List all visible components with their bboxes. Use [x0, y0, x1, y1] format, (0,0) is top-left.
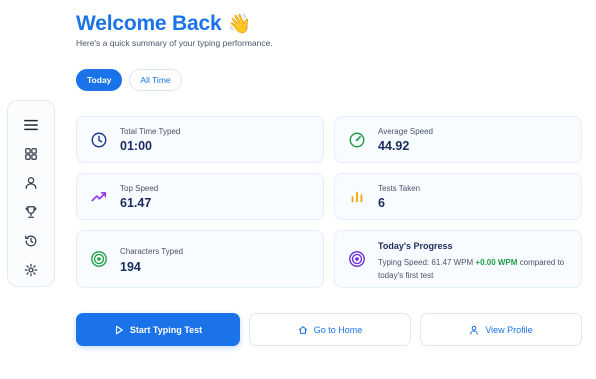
page-subtitle: Here's a quick summary of your typing pe…	[76, 38, 273, 48]
clock-icon	[89, 130, 109, 150]
stat-value: 01:00	[120, 139, 152, 153]
user-icon	[470, 325, 479, 335]
stat-label: Characters Typed	[120, 247, 183, 256]
tab-all-time[interactable]: All Time	[129, 69, 182, 91]
go-to-home-button[interactable]: Go to Home	[249, 313, 411, 346]
view-profile-button[interactable]: View Profile	[420, 313, 582, 346]
progress-title: Today's Progress	[378, 241, 453, 251]
progress-text: Typing Speed: 61.47 WPM +0.00 WPM compar…	[378, 257, 578, 282]
hamburger-menu-icon[interactable]	[17, 111, 45, 139]
tab-today[interactable]: Today	[76, 69, 123, 91]
sidebar	[7, 100, 55, 287]
page-header: Welcome Back 👋 Here's a quick summary of…	[76, 12, 273, 48]
stat-label: Total Time Typed	[120, 127, 181, 136]
history-icon[interactable]	[17, 227, 45, 255]
trending-up-icon	[89, 187, 109, 207]
gear-icon[interactable]	[17, 256, 45, 284]
stat-value: 6	[378, 196, 385, 210]
stat-card-total-time: Total Time Typed 01:00	[76, 116, 324, 163]
stat-card-average-speed: Average Speed 44.92	[334, 116, 582, 163]
progress-speed-text: Typing Speed: 61.47 WPM	[378, 258, 474, 267]
stat-value: 61.47	[120, 196, 152, 210]
stat-value: 44.92	[378, 139, 410, 153]
progress-card: Today's Progress Typing Speed: 61.47 WPM…	[334, 230, 582, 288]
home-button-label: Go to Home	[313, 324, 363, 335]
stat-label: Top Speed	[120, 184, 159, 193]
stat-label: Average Speed	[378, 127, 434, 136]
start-button-label: Start Typing Test	[129, 324, 203, 335]
stat-value: 194	[120, 260, 141, 274]
home-icon	[298, 325, 307, 334]
trophy-icon[interactable]	[17, 198, 45, 226]
page-title: Welcome Back 👋	[76, 12, 273, 36]
time-range-tabs: Today All Time	[76, 69, 182, 91]
progress-delta: +0.00 WPM	[475, 258, 518, 267]
stat-card-top-speed: Top Speed 61.47	[76, 173, 324, 220]
bar-chart-icon	[347, 187, 367, 207]
dashboard-grid-icon[interactable]	[17, 140, 45, 168]
stat-card-tests-taken: Tests Taken 6	[334, 173, 582, 220]
start-typing-test-button[interactable]: Start Typing Test	[76, 313, 240, 346]
user-icon[interactable]	[17, 169, 45, 197]
profile-button-label: View Profile	[485, 324, 533, 335]
stat-label: Tests Taken	[378, 184, 421, 193]
stat-card-characters-typed: Characters Typed 194	[76, 230, 324, 288]
play-icon	[115, 325, 123, 334]
target-icon	[347, 249, 367, 269]
target-icon	[89, 249, 109, 269]
welcome-title: Welcome Back	[76, 12, 222, 35]
waving-hand-icon: 👋	[227, 14, 251, 35]
speedometer-icon	[347, 130, 367, 150]
